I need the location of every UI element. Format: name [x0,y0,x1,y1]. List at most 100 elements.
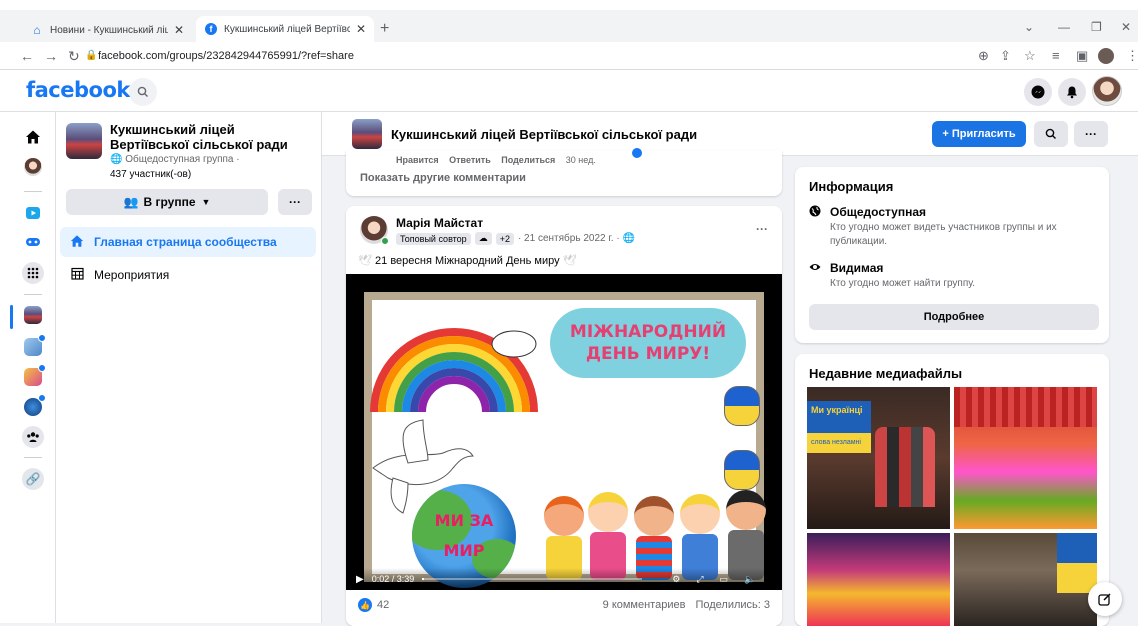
close-tab-icon[interactable]: ✕ [356,22,366,36]
share-comment-link[interactable]: Поделиться [501,155,555,165]
post-options-button[interactable]: ··· [756,222,768,236]
more-badges[interactable]: +2 [495,232,514,245]
minimize-icon[interactable]: — [1058,20,1070,34]
group-more-button[interactable]: ··· [278,189,312,215]
comment-actions: Нравится Ответить Поделиться 30 нед. [396,155,604,165]
groups-icon[interactable] [22,426,44,448]
media-thumbnail-1[interactable]: Ми українці слова незламні [807,387,950,529]
like-reaction-icon[interactable]: 👍 [358,598,372,612]
media-tile-banner: Ми українці слова незламні [807,401,871,453]
media-thumbnail-2[interactable] [954,387,1097,529]
browser-tab-news[interactable]: ⌂ Новини - Кукшинський ліцей Вє ✕ [22,18,192,42]
close-tab-icon[interactable]: ✕ [174,23,184,37]
info-visible-desc: Кто угодно может найти группу. [830,278,976,289]
pip-icon[interactable]: ▭ [720,574,729,585]
share-icon[interactable]: ⇪ [1000,48,1011,64]
nav-events[interactable]: Мероприятия [60,260,316,290]
media-tile-screen [1057,533,1097,593]
recent-media-card: Недавние медиафайлы Ми українці слова не… [795,354,1109,626]
rail-divider [24,294,42,295]
media-thumbnail-3[interactable] [807,533,950,626]
video-progress[interactable] [422,578,643,580]
top-contributor-badge[interactable]: Топовый совтор [396,232,471,245]
media-tile-subtext: слова незламні [811,439,861,446]
post-text-content: 21 вересня Міжнародний День миру [375,255,560,267]
group-privacy: 🌐 Общедоступная группа · [110,154,240,165]
lock-icon[interactable]: 🔒 [85,50,97,61]
invite-button[interactable]: + Пригласить [932,121,1026,147]
group-title[interactable]: Кукшинський ліцей Вертіївської сільської… [391,127,697,142]
close-window-icon[interactable]: ✕ [1121,20,1131,34]
post-footer: 👍 42 9 комментариев Поделились: 3 [358,598,770,612]
back-icon[interactable]: ← [20,48,34,64]
forward-icon[interactable]: → [44,48,58,64]
new-tab-button[interactable]: + [380,20,389,38]
learn-more-button[interactable]: Подробнее [809,304,1099,330]
child-3 [634,496,674,536]
maximize-icon[interactable]: ❐ [1091,20,1102,34]
group-member-count[interactable]: 437 участник(-ов) [110,169,191,180]
media-thumbnail-4[interactable] [954,533,1097,626]
volume-icon[interactable]: 🔈 [744,574,755,585]
home-icon[interactable] [22,126,44,148]
caret-down-icon: ▼ [201,197,211,207]
new-message-button[interactable] [1088,582,1122,616]
video-controls: ▶ 0:02 / 3:39 ⚙ ⤢ ▭ 🔈 [346,568,782,590]
profile-avatar[interactable] [24,158,42,176]
star-icon[interactable]: ☆ [1024,48,1036,64]
shares-count[interactable]: Поделились: 3 [695,599,770,611]
post-video[interactable]: МІЖНАРОДНИЙ ДЕНЬ МИРУ! МИ ЗА МИР ▶ 0:02 … [346,274,782,590]
info-public-row: Общедоступная Кто угодно может видеть уч… [809,205,1100,249]
search-icon[interactable] [129,78,157,106]
dove-icon: 🕊 [562,255,577,267]
reaction-count[interactable]: 42 [377,599,389,611]
info-visible-heading: Видимая [830,261,884,275]
messenger-icon[interactable] [1024,78,1052,106]
child-1 [544,496,584,536]
hand-illustration [724,386,760,426]
reply-link[interactable]: Ответить [449,155,491,165]
menu-grid-icon[interactable] [22,262,44,284]
settings-icon[interactable]: ⚙ [672,574,680,585]
group-thumbnail[interactable] [352,119,382,149]
nav-community-home[interactable]: Главная страница сообщества [60,227,316,257]
group-shortcut-current[interactable] [24,306,42,324]
window-strip [0,0,1138,10]
profile-icon[interactable] [1098,48,1114,64]
link-icon[interactable]: 🔗 [22,468,44,490]
group-header-more-button[interactable]: ··· [1074,121,1108,147]
sidepanel-icon[interactable]: ▣ [1076,48,1088,64]
info-card: Информация Общедоступная Кто угодно може… [795,167,1109,343]
post-author-avatar[interactable] [360,216,389,245]
like-comment-link[interactable]: Нравится [396,155,439,165]
left-rail: 🔗 [0,112,56,623]
gaming-icon[interactable] [22,231,44,253]
reload-icon[interactable]: ↻ [68,48,80,65]
menu-icon[interactable]: ⋮ [1126,48,1138,64]
group-thumbnail[interactable] [66,123,102,159]
browser-tab-facebook[interactable]: f Кукшинський ліцей Вертіївсько ✕ [196,16,374,42]
globe-icon: 🌐 [622,233,636,244]
play-icon[interactable]: ▶ [356,574,364,585]
group-name[interactable]: Кукшинський ліцей Вертіївської сільської… [110,122,310,152]
eye-icon [809,261,823,291]
show-more-comments-link[interactable]: Показать другие комментарии [360,172,526,184]
install-icon[interactable]: ⊕ [978,48,989,64]
in-group-button[interactable]: 👥 В группе ▼ [66,189,268,215]
watch-icon[interactable] [22,202,44,224]
post-author-name[interactable]: Марія Майстат [396,216,483,230]
url-field[interactable]: facebook.com/groups/232842944765991/?ref… [98,50,354,62]
notifications-icon[interactable] [1058,78,1086,106]
rail-divider [24,191,42,192]
fullscreen-icon[interactable]: ⤢ [696,574,703,585]
reading-list-icon[interactable]: ≡ [1052,48,1060,63]
group-search-button[interactable] [1034,121,1068,147]
account-avatar[interactable] [1092,76,1122,106]
tab-search-icon[interactable]: ⌄ [1024,20,1034,34]
tab-label: Кукшинський ліцей Вертіївсько [224,23,350,35]
facebook-logo[interactable]: facebook [26,78,130,102]
post-date[interactable]: · 21 сентябрь 2022 г. · [518,233,620,244]
video-progress-fill [422,578,425,580]
title-banner: МІЖНАРОДНИЙ ДЕНЬ МИРУ! [550,308,746,378]
comments-count[interactable]: 9 комментариев [603,599,686,611]
